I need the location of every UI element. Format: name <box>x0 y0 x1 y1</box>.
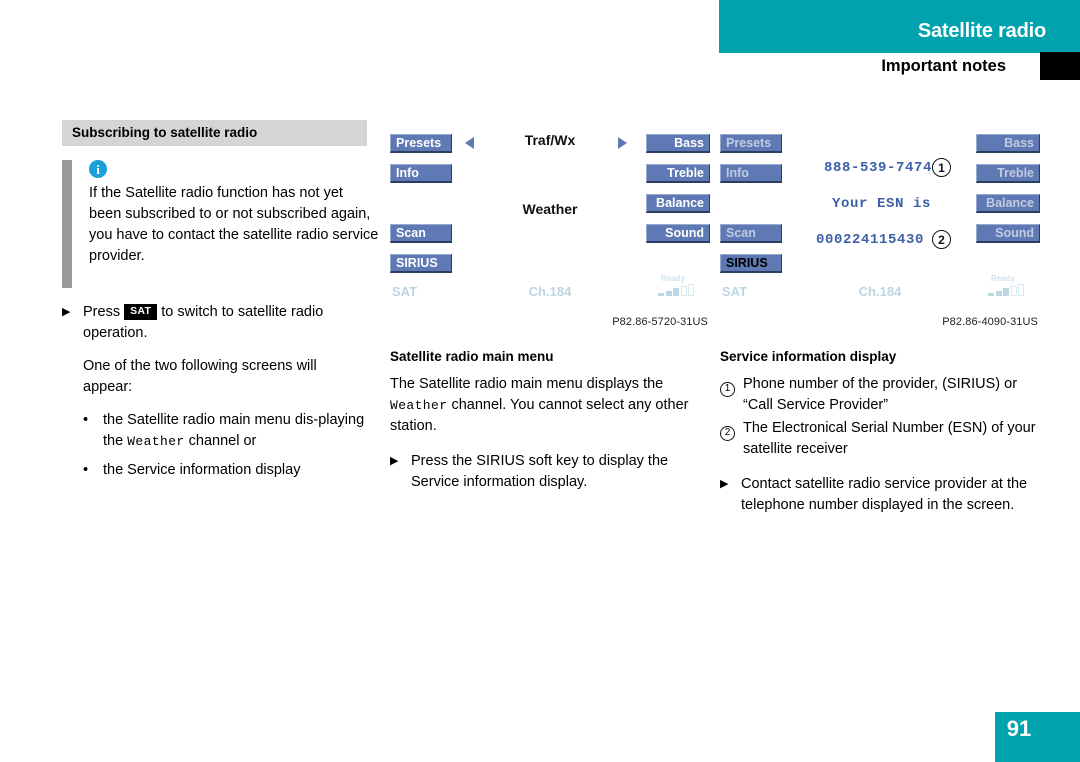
step-text-before: Press <box>83 304 121 321</box>
signal-bar <box>673 288 679 296</box>
soft-key-scan[interactable]: Scan <box>720 224 782 243</box>
list-item: • the Service information display <box>83 460 372 481</box>
signal-bar <box>665 291 672 296</box>
signal-bar <box>988 293 994 296</box>
step-text-after: to switch to satellite radio operation. <box>83 304 324 342</box>
note-text: If the Satellite radio function has not … <box>89 185 379 265</box>
soft-key-info[interactable]: Info <box>720 164 782 183</box>
legend-item-2: 2 The Electronical Serial Number (ESN) o… <box>720 418 1050 460</box>
list-item-text: the Service information display <box>103 462 301 479</box>
page-number: 91 <box>1006 716 1032 741</box>
signal-ready-label: Ready <box>661 274 686 283</box>
bullet-list: • the Satellite radio main menu dis-play… <box>83 410 372 481</box>
section-heading: Subscribing to satellite radio <box>62 120 367 147</box>
display-channel-name: Weather <box>522 201 578 217</box>
display-esn-label: Your ESN is <box>832 196 932 212</box>
legend-number-icon: 1 <box>720 374 743 416</box>
bullet-dot-icon: • <box>83 412 89 429</box>
soft-key-info[interactable]: Info <box>390 164 452 183</box>
instruction-step-press-sirius: ▶ Press the SIRIUS soft key to display t… <box>390 451 710 493</box>
sat-key-button[interactable]: SAT <box>124 304 158 320</box>
soft-key-sound[interactable]: Sound <box>646 224 710 243</box>
list-item-text-after: channel or <box>188 433 257 450</box>
soft-key-sirius[interactable]: SIRIUS <box>720 254 782 273</box>
soft-key-treble[interactable]: Treble <box>976 164 1040 183</box>
callout-marker-1: 1 <box>932 158 951 177</box>
note-side-bar <box>62 160 72 289</box>
soft-key-scan[interactable]: Scan <box>390 224 452 243</box>
legend-item-1: 1 Phone number of the provider, (SIRIUS)… <box>720 374 1050 416</box>
soft-key-sirius[interactable]: SIRIUS <box>390 254 452 273</box>
step-text: Contact satellite radio service provider… <box>741 476 1028 514</box>
legend-text: The Electronical Serial Number (ESN) of … <box>743 420 1036 458</box>
step-arrow-icon: ▶ <box>62 306 71 319</box>
signal-strength-indicator: Ready <box>988 275 1038 296</box>
page-subtitle: Important notes <box>881 57 1006 75</box>
signal-bars <box>988 284 1038 296</box>
display-category-label: Traf/Wx <box>524 132 576 148</box>
instruction-step-press-sat: ▶ Press SAT to switch to satellite radio… <box>62 302 372 344</box>
callout-marker-2: 2 <box>932 230 951 249</box>
soft-key-balance[interactable]: Balance <box>976 194 1040 213</box>
middle-sub-heading: Satellite radio main menu <box>390 349 554 364</box>
signal-bar <box>1003 288 1009 296</box>
figure-caption: P82.86-4090-31US <box>942 316 1038 328</box>
header-marker <box>1040 52 1080 80</box>
list-item: • the Satellite radio main menu dis-play… <box>83 410 372 452</box>
list-item-mono-term: Weather <box>127 434 185 450</box>
soft-key-sound[interactable]: Sound <box>976 224 1040 243</box>
info-icon: i <box>89 160 107 179</box>
signal-strength-indicator: Ready <box>658 275 708 296</box>
soft-key-presets[interactable]: Presets <box>720 134 782 153</box>
signal-bar <box>658 293 664 296</box>
soft-key-treble[interactable]: Treble <box>646 164 710 183</box>
legend-number: 2 <box>720 425 735 441</box>
right-sub-heading: Service information display <box>720 349 897 364</box>
middle-paragraph-mono-term: Weather <box>390 398 448 414</box>
page-title: Satellite radio <box>917 20 1046 42</box>
left-column: Subscribing to satellite radio i If the … <box>62 120 378 489</box>
step-arrow-icon: ▶ <box>720 478 729 491</box>
middle-paragraph-before: The Satellite radio main menu displays t… <box>390 376 664 392</box>
radio-display-main-menu: Presets Info Scan SIRIUS Bass Treble Bal… <box>390 120 710 328</box>
figure-caption: P82.86-5720-31US <box>612 316 708 328</box>
list-item-text: the Satellite radio main menu dis-playin… <box>103 410 372 452</box>
soft-key-bass[interactable]: Bass <box>976 134 1040 153</box>
signal-ready-label: Ready <box>991 274 1016 283</box>
signal-bar <box>680 286 687 296</box>
info-note: i If the Satellite radio function has no… <box>62 160 378 289</box>
signal-bar <box>1010 286 1017 296</box>
radio-display-service-info: Presets Info Scan SIRIUS Bass Treble Bal… <box>720 120 1040 328</box>
display-esn-value: 000224115430 <box>816 232 925 248</box>
signal-bars <box>658 284 708 296</box>
signal-bar <box>1018 284 1024 296</box>
left-paragraph: One of the two following screens will ap… <box>83 358 317 396</box>
instruction-step-contact-provider: ▶ Contact satellite radio service provid… <box>720 474 1050 516</box>
legend-text: Phone number of the provider, (SIRIUS) o… <box>743 376 1018 414</box>
bullet-dot-icon: • <box>83 462 89 479</box>
signal-bar <box>688 284 694 296</box>
signal-bar <box>995 291 1002 296</box>
display-phone-number: 888-539-7474 <box>824 160 933 176</box>
step-arrow-icon: ▶ <box>390 455 399 468</box>
step-text: Press the SIRIUS soft key to display the… <box>411 453 669 491</box>
legend-number-icon: 2 <box>720 418 743 460</box>
right-column: Presets Info Scan SIRIUS Bass Treble Bal… <box>720 120 1050 516</box>
step-text: Press SAT to switch to satellite radio o… <box>83 302 372 344</box>
middle-column: Presets Info Scan SIRIUS Bass Treble Bal… <box>390 120 710 493</box>
middle-paragraph: The Satellite radio main menu displays t… <box>390 374 710 437</box>
legend-number: 1 <box>720 381 735 397</box>
